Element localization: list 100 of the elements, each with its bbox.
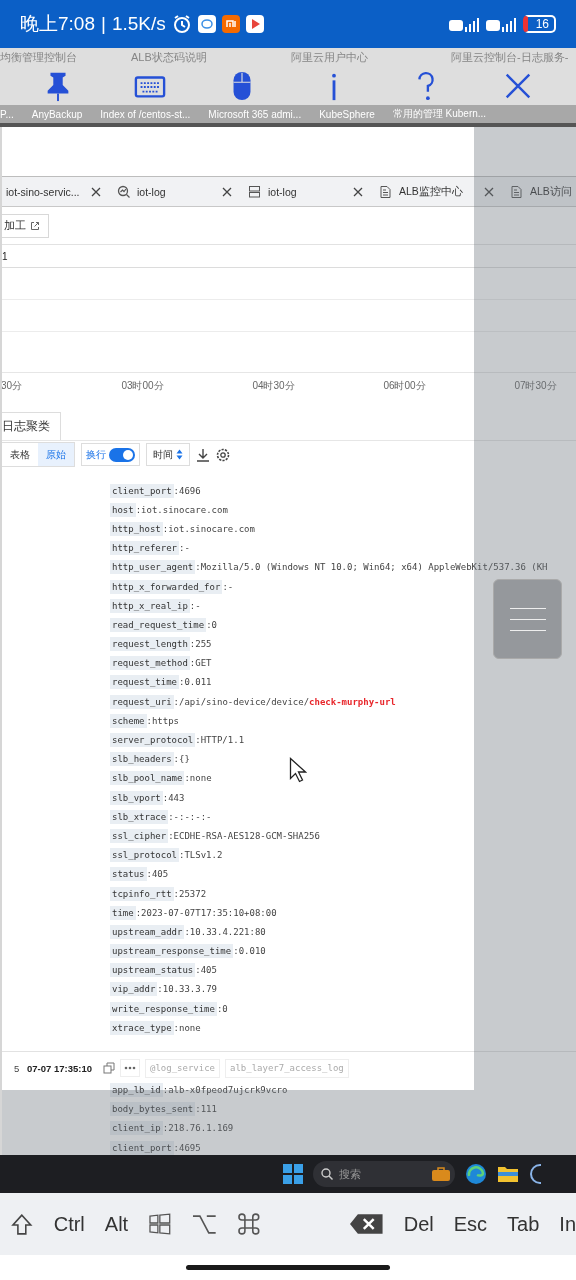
close-icon[interactable] [353, 186, 363, 197]
field-key: ssl_protocol [110, 848, 180, 863]
chart-search-icon [117, 184, 131, 199]
query-line: 1 [2, 250, 8, 262]
field-value: :iot.sinocare.com [135, 504, 228, 515]
status-time: 晚上7:08 [20, 12, 95, 36]
field-key: client_ip [110, 1121, 163, 1136]
field-value: :0.010 [233, 946, 266, 957]
field-key: scheme [110, 713, 147, 728]
chat-app-icon [197, 15, 216, 33]
field-value: :10.33.4.221:80 [184, 926, 266, 937]
field-value: :ECDHE-RSA-AES128-GCM-SHA256 [168, 830, 320, 841]
field-value: :0 [216, 1003, 228, 1014]
field-key: upstream_status [110, 963, 196, 978]
field-key: read_request_time [110, 617, 207, 632]
field-value: :iot.sinocare.com [162, 523, 255, 534]
sort-dropdown[interactable]: 时间 [146, 443, 190, 466]
field-key: slb_vport [110, 790, 163, 805]
field-key: slb_headers [110, 752, 174, 767]
alarm-icon [171, 14, 192, 34]
more-icon [123, 1066, 136, 1071]
field-value: :0.011 [179, 677, 212, 688]
wrap-switch[interactable]: 换行 [81, 443, 140, 466]
axis-label: 03时00分 [120, 379, 165, 393]
more-button[interactable] [119, 1059, 140, 1078]
taskbar-search-field[interactable]: 搜索 [313, 1161, 455, 1187]
field-value: :405 [146, 869, 169, 880]
field-key: http_x_real_ip [110, 598, 190, 613]
axis-label: 30分 [2, 379, 24, 393]
log-tag: alb_layer7_access_log [225, 1058, 349, 1078]
field-value: :TLSv1.2 [179, 850, 223, 861]
axis-label: 06时00分 [382, 379, 427, 393]
field-value: :111 [195, 1104, 217, 1115]
mouse-pointer-icon [289, 757, 307, 783]
browser-icon[interactable] [465, 1163, 487, 1185]
field-key: xtrace_type [110, 1020, 174, 1035]
keyboard-key[interactable]: Esc [453, 1212, 488, 1236]
field-key: http_x_forwarded_for [110, 579, 223, 594]
process-button[interactable]: 加工 [2, 213, 49, 238]
status-divider: | [101, 13, 106, 35]
close-icon[interactable] [91, 186, 101, 197]
battery-indicator: 16 [522, 15, 556, 33]
keyboard-key[interactable]: Tab [507, 1212, 540, 1236]
store-app-icon [221, 15, 240, 33]
field-key: vip_addr [110, 982, 158, 997]
field-key: tcpinfo_rtt [110, 886, 174, 901]
windows-key[interactable] [148, 1212, 172, 1236]
copy-icon[interactable] [102, 1062, 115, 1075]
folder-icon[interactable] [497, 1164, 519, 1184]
external-link-icon [30, 220, 40, 231]
field-key: write_response_time [110, 1001, 217, 1016]
shift-key[interactable] [10, 1212, 34, 1236]
document-icon [379, 184, 393, 199]
app-icon[interactable] [529, 1163, 541, 1185]
download-icon[interactable] [196, 447, 210, 462]
field-value: :405 [195, 965, 217, 976]
keyboard-key[interactable]: In [559, 1212, 576, 1236]
field-key: host [110, 502, 136, 517]
field-value: :GET [189, 658, 212, 669]
field-value: :10.33.3.79 [157, 984, 217, 995]
field-value: :2023-07-07T17:35:10+08:00 [135, 907, 277, 918]
settings-icon[interactable] [216, 447, 230, 462]
field-value: :Mozilla/5.0 (Windows NT 10.0; Win64; x64) AppleWebKit/537.36 (KH [195, 562, 548, 573]
field-key: server_protocol [110, 733, 196, 748]
field-value: :443 [162, 792, 185, 803]
close-icon[interactable] [222, 186, 232, 197]
keyboard-key[interactable]: Ctrl [53, 1212, 85, 1236]
view-toggle[interactable]: 原始 [38, 443, 74, 466]
command-key[interactable] [237, 1212, 262, 1236]
keyboard-key[interactable]: Alt [104, 1212, 129, 1236]
field-value: :alb-x0fpeod7ujcrk9vcro [162, 1085, 288, 1096]
field-value: :255 [189, 639, 212, 650]
field-value: :- [222, 581, 234, 592]
field-value: :none [173, 1022, 201, 1033]
field-key: slb_pool_name [110, 771, 185, 786]
backspace-key[interactable] [349, 1212, 384, 1236]
cell-signal-icon [448, 15, 480, 33]
field-key: request_method [110, 656, 190, 671]
field-key: client_port [110, 483, 174, 498]
field-key: slb_xtrace [110, 809, 169, 824]
field-key: upstream_addr [110, 924, 185, 939]
play-app-icon [245, 15, 264, 33]
keyboard-key[interactable]: Del [403, 1212, 434, 1236]
field-key: http_user_agent [110, 560, 196, 575]
option-key[interactable] [191, 1212, 218, 1236]
floating-handle[interactable] [493, 579, 562, 659]
cluster-tab[interactable]: 日志聚类 [2, 412, 61, 440]
network-speed: 1.5K/s [111, 13, 166, 35]
close-icon[interactable] [484, 186, 494, 197]
field-key: http_host [110, 521, 163, 536]
field-value: :- [179, 543, 190, 554]
field-key: body_bytes_sent [110, 1102, 196, 1117]
windows-start-icon[interactable] [283, 1164, 303, 1184]
field-value: :https [146, 715, 180, 726]
field-value: :none [184, 773, 212, 784]
axis-label: 07时30分 [513, 379, 558, 393]
field-key: upstream_response_time [110, 944, 234, 959]
field-value: :{} [173, 754, 190, 765]
search-icon [321, 1168, 333, 1180]
field-key: client_port [110, 1140, 174, 1155]
